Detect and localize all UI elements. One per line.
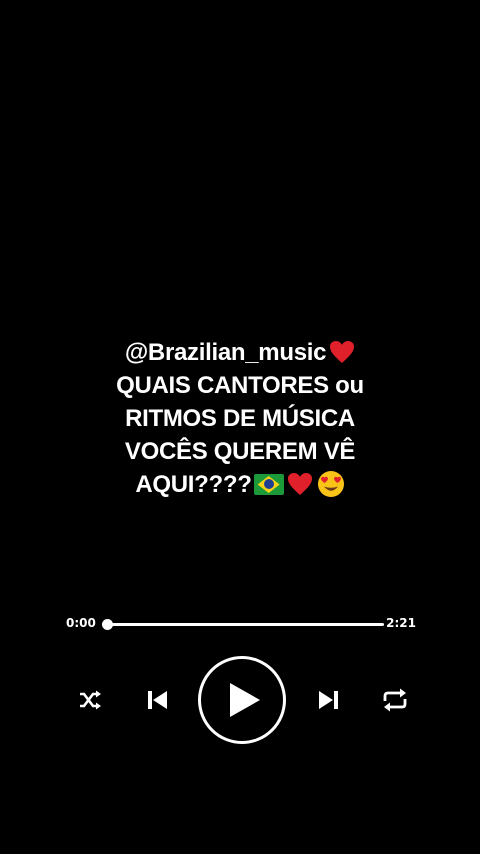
caption-line-4: VOCÊS QUEREM VÊ xyxy=(124,438,356,465)
player-controls xyxy=(0,654,480,746)
caption-line-5: AQUI???? xyxy=(40,468,440,501)
previous-button[interactable] xyxy=(144,686,172,714)
repeat-button[interactable] xyxy=(380,686,410,714)
caption-line-3: RITMOS DE MÚSICA xyxy=(125,405,355,432)
play-button[interactable] xyxy=(198,656,286,744)
caption-handle: @Brazilian_music xyxy=(124,339,327,366)
repeat-icon xyxy=(383,688,407,712)
caption-line-2: QUAIS CANTORES ou xyxy=(116,372,364,399)
shuffle-icon xyxy=(80,690,101,710)
total-time: 2:21 xyxy=(386,616,416,630)
caption-question: AQUI???? xyxy=(135,471,252,498)
heart-eyes-icon xyxy=(317,471,344,497)
current-time: 0:00 xyxy=(66,616,96,630)
next-button[interactable] xyxy=(314,686,342,714)
red-heart-icon xyxy=(330,341,355,363)
brazil-flag-icon xyxy=(253,474,284,495)
video-caption: @Brazilian_music QUAIS CANTORES ou RITMO… xyxy=(40,336,440,501)
previous-icon xyxy=(148,691,167,709)
play-icon xyxy=(230,683,260,717)
progress-track[interactable] xyxy=(104,623,384,626)
caption-line-1: @Brazilian_music xyxy=(40,336,440,369)
progress-thumb[interactable] xyxy=(102,619,113,630)
playback-timeline[interactable]: 0:00 2:21 xyxy=(66,614,416,634)
red-heart-icon xyxy=(287,473,312,495)
next-icon xyxy=(319,691,338,709)
shuffle-button[interactable] xyxy=(76,686,104,714)
